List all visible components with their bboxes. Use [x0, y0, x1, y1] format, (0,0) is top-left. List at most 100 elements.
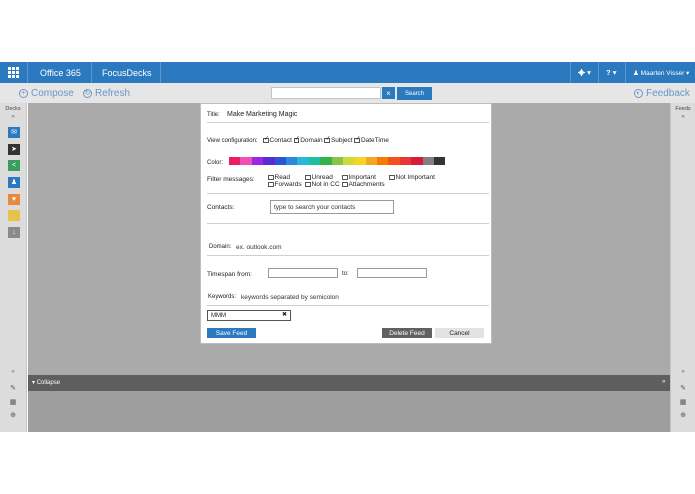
feed-editor-dialog: Title: Make Marketing Magic View configu…: [200, 103, 492, 344]
view-option-datetime[interactable]: DateTime: [354, 136, 389, 144]
decks-collapse-icon[interactable]: »: [0, 369, 26, 375]
decks-label: Decks: [5, 106, 21, 112]
gear-icon: [578, 69, 585, 76]
bottom-bar: ▾ Collapse »: [28, 375, 670, 391]
color-swatch[interactable]: [422, 157, 435, 165]
send-icon[interactable]: ➤: [8, 144, 20, 155]
module-name[interactable]: FocusDecks: [102, 68, 152, 78]
filter-label: Filter messages:: [207, 176, 255, 183]
filter-attachments[interactable]: Attachments: [342, 181, 385, 188]
search-button[interactable]: Search: [397, 87, 432, 100]
color-swatch[interactable]: [354, 157, 366, 165]
app-window: Office 365 FocusDecks ▾ ? ▾ ♟ Maarten Vi…: [0, 0, 695, 494]
filter-not-in-cc[interactable]: Not in CC: [305, 181, 340, 188]
color-swatch[interactable]: [320, 157, 332, 165]
user-caret: ▾: [686, 70, 690, 77]
search-clear-button[interactable]: ×: [382, 87, 395, 99]
save-feed-button[interactable]: Save Feed: [207, 328, 256, 338]
user-name: Maarten Visser: [640, 70, 685, 77]
settings-caret: ▾: [587, 68, 591, 77]
user-icon: ♟: [633, 70, 639, 77]
view-config-label: View configuration:: [207, 138, 258, 144]
refresh-icon: ↻: [83, 89, 92, 98]
compose-button[interactable]: + Compose: [19, 88, 74, 99]
delete-feed-button[interactable]: Delete Feed: [382, 328, 432, 338]
app-launcher-icon[interactable]: [0, 62, 27, 83]
view-option-domain[interactable]: Domain: [293, 136, 323, 144]
feeds-label: Feeds: [675, 106, 691, 112]
color-swatch[interactable]: [388, 157, 400, 165]
color-swatch[interactable]: [285, 157, 298, 165]
search-input[interactable]: [271, 87, 381, 99]
color-swatch[interactable]: [434, 157, 446, 165]
feeds-collapse-icon[interactable]: «: [671, 369, 695, 375]
color-swatch[interactable]: [377, 157, 389, 165]
timespan-label: Timespan from:: [207, 271, 252, 278]
top-navigation-bar: Office 365 FocusDecks ▾ ? ▾ ♟ Maarten Vi…: [0, 62, 695, 83]
calendar-icon[interactable]: ▦: [0, 398, 26, 406]
help-caret: ▾: [612, 68, 617, 77]
share-icon[interactable]: <: [8, 160, 20, 171]
download-icon[interactable]: ↓: [8, 227, 20, 238]
filter-read[interactable]: Read: [268, 174, 290, 181]
title-input[interactable]: Make Marketing Magic: [227, 111, 297, 118]
bottom-expand-icon[interactable]: »: [662, 379, 665, 385]
help-button[interactable]: ? ▾: [606, 68, 616, 77]
view-option-subject[interactable]: Subject: [324, 136, 353, 144]
decks-panel: Decks » ✉ ➤ < ♟ ♥ ↓ » ✎ ▦ ⊕: [0, 103, 27, 432]
filter-important[interactable]: Important: [342, 174, 376, 181]
color-swatch[interactable]: [274, 157, 286, 165]
color-swatch[interactable]: [263, 157, 275, 165]
color-swatch[interactable]: [251, 157, 264, 165]
mail-icon[interactable]: ✉: [8, 127, 20, 138]
color-swatch[interactable]: [399, 157, 412, 165]
pencil-icon[interactable]: ✎: [671, 384, 695, 392]
filter-not-important[interactable]: Not Important: [389, 174, 435, 181]
close-icon[interactable]: ✖: [282, 311, 287, 318]
timespan-from-input[interactable]: [268, 268, 338, 278]
calendar-icon[interactable]: ▦: [671, 398, 695, 406]
feeds-expand-icon[interactable]: «: [671, 114, 695, 120]
domain-label: Domain:: [209, 244, 232, 250]
feedback-icon: ◐: [634, 89, 643, 98]
domain-input[interactable]: ex. outlook.com: [236, 244, 282, 251]
cancel-button[interactable]: Cancel: [435, 328, 484, 338]
add-icon[interactable]: ⊕: [0, 411, 26, 419]
color-swatch[interactable]: [297, 157, 309, 165]
color-swatch[interactable]: [308, 157, 321, 165]
decks-expand-icon[interactable]: »: [0, 114, 26, 120]
people-icon[interactable]: ♟: [8, 177, 20, 188]
color-label: Color:: [207, 160, 224, 166]
contacts-search-input[interactable]: type to search your contacts: [270, 200, 394, 214]
app-name[interactable]: Office 365: [40, 68, 81, 78]
feeds-panel: Feeds « « ✎ ▦ ⊕: [670, 103, 695, 432]
refresh-label: Refresh: [95, 88, 131, 99]
collapse-button[interactable]: ▾ Collapse: [32, 379, 60, 386]
compose-label: Compose: [31, 88, 74, 99]
help-icon: ?: [606, 68, 611, 77]
filter-forwards[interactable]: Forwards: [268, 181, 302, 188]
add-icon[interactable]: ⊕: [671, 411, 695, 419]
pencil-icon[interactable]: ✎: [0, 384, 26, 392]
filter-unread[interactable]: Unread: [305, 174, 333, 181]
view-option-contact[interactable]: Contact: [263, 136, 292, 144]
keyword-tag-label: MMM: [211, 312, 226, 319]
collapse-label: Collapse: [36, 380, 61, 386]
refresh-button[interactable]: ↻ Refresh: [83, 88, 130, 99]
feedback-button[interactable]: ◐ Feedback: [634, 88, 690, 99]
timespan-to-input[interactable]: [357, 268, 427, 278]
color-swatch[interactable]: [240, 157, 252, 165]
color-swatch[interactable]: [411, 157, 423, 165]
color-swatch[interactable]: [229, 157, 241, 165]
user-menu[interactable]: ♟ Maarten Visser ▾: [633, 69, 689, 77]
heart-icon[interactable]: ♥: [8, 194, 20, 205]
keywords-input[interactable]: keywords separated by semicolon: [241, 294, 339, 301]
color-swatch[interactable]: [342, 157, 355, 165]
command-bar: + Compose ↻ Refresh × Search ◐ Feedback: [0, 83, 695, 103]
settings-button[interactable]: ▾: [578, 68, 591, 77]
folder-icon[interactable]: [8, 210, 20, 221]
chevron-down-icon: ▾: [32, 380, 36, 386]
color-swatch[interactable]: [331, 157, 343, 165]
color-swatch[interactable]: [365, 157, 378, 165]
color-picker[interactable]: [229, 157, 446, 165]
